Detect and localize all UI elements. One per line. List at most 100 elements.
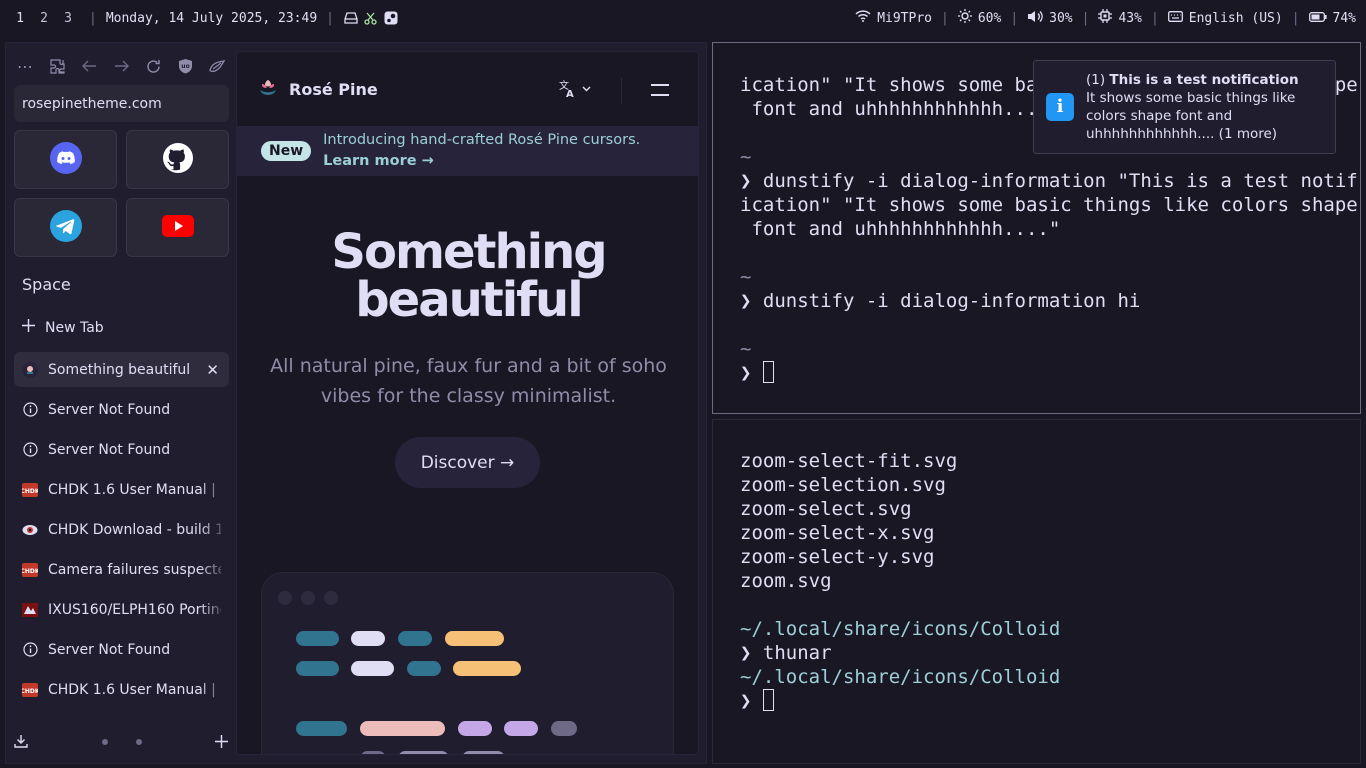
site-brand[interactable]: Rosé Pine xyxy=(257,76,378,102)
hamburger-menu-icon[interactable] xyxy=(650,82,670,101)
brightness-icon xyxy=(957,9,972,27)
download-icon[interactable] xyxy=(14,733,28,752)
info-icon xyxy=(22,442,38,458)
tab-item[interactable]: CHDK Download - build 1.6 xyxy=(14,512,229,547)
pinned-sites xyxy=(14,130,230,257)
code-token xyxy=(351,631,385,646)
code-token xyxy=(504,721,538,736)
discord-icon xyxy=(49,141,82,178)
separator: | xyxy=(941,10,949,26)
browser-window: ⋯ uo rosepinetheme.com Space New Tab Som… xyxy=(5,42,707,764)
tab-list: Something beautiful ✕ Server Not Found S… xyxy=(14,352,229,712)
brightness-value: 60% xyxy=(977,10,1002,26)
reload-icon[interactable] xyxy=(142,55,164,77)
terminal-line: zoom-select.svg xyxy=(740,498,912,520)
pinned-discord[interactable] xyxy=(14,130,117,189)
learn-more-link[interactable]: Learn more → xyxy=(323,151,640,172)
tab-title: Server Not Found xyxy=(48,641,171,658)
add-space-icon[interactable] xyxy=(215,733,228,752)
info-icon xyxy=(22,642,38,658)
navigation-toolbar: ⋯ uo xyxy=(14,55,228,77)
code-token xyxy=(360,751,386,754)
tab-item[interactable]: Server Not Found xyxy=(14,432,229,467)
keyboard-icon xyxy=(1167,10,1183,26)
terminal-line: ❯ dunstify -i dialog-information "This i… xyxy=(740,170,1358,192)
tab-item[interactable]: Server Not Found xyxy=(14,392,229,427)
tab-item[interactable]: Something beautiful ✕ xyxy=(14,352,229,387)
sidebery-icon[interactable] xyxy=(206,55,228,77)
dialog-information-icon: i xyxy=(1046,93,1074,121)
tab-item[interactable]: IXUS160/ELPH160 Porting xyxy=(14,592,229,627)
svg-text:uo: uo xyxy=(181,63,189,70)
pinned-github[interactable] xyxy=(126,130,229,189)
info-icon xyxy=(22,402,38,418)
terminal-line: zoom-selection.svg xyxy=(740,474,946,496)
volume-status[interactable]: 30% xyxy=(1027,10,1073,27)
terminal-line: zoom.svg xyxy=(740,570,832,592)
separator: | xyxy=(1081,10,1090,26)
hero-title-line-1: Something xyxy=(331,224,607,280)
forward-arrow-icon[interactable] xyxy=(110,55,132,77)
chdk-icon: CHDK xyxy=(22,682,38,698)
workspace-3[interactable]: 3 xyxy=(56,11,80,26)
code-token xyxy=(462,751,505,754)
space-label: Space xyxy=(22,275,71,294)
terminal-line: ~ xyxy=(740,338,752,360)
terminal-cursor xyxy=(762,361,774,383)
tab-title-fade xyxy=(199,472,229,507)
brightness-status[interactable]: 60% xyxy=(957,9,1002,27)
banner-message: Introducing hand-crafted Rosé Pine curso… xyxy=(323,132,641,148)
svg-text:CHDK: CHDK xyxy=(22,568,38,575)
pinned-youtube[interactable] xyxy=(126,198,229,257)
terminal-line: ~/.local/share/icons/Colloid xyxy=(740,666,1061,688)
cpu-icon xyxy=(1098,9,1113,27)
drive-icon[interactable] xyxy=(343,10,359,26)
pinned-telegram[interactable] xyxy=(14,198,117,257)
github-icon xyxy=(162,142,194,178)
new-tab-button[interactable]: New Tab xyxy=(22,319,104,336)
notification-popup[interactable]: i (1) This is a test notification It sho… xyxy=(1033,60,1336,154)
extensions-icon[interactable] xyxy=(46,55,68,77)
language-translate-icon[interactable]: 文A xyxy=(559,79,593,103)
svg-text:CHDK: CHDK xyxy=(22,688,38,695)
tab-item[interactable]: CHDK CHDK 1.6 User Manual | C xyxy=(14,672,229,707)
header-controls: 文A xyxy=(559,78,670,104)
terminal-prompt-line: ❯ xyxy=(740,361,1360,385)
terminal-line: ❯ dunstify -i dialog-information hi xyxy=(740,290,1141,312)
tab-item[interactable]: CHDK Camera failures suspected xyxy=(14,552,229,587)
prompt-symbol: ❯ xyxy=(740,362,763,384)
workspace-2[interactable]: 2 xyxy=(32,11,56,26)
space-indicator[interactable] xyxy=(101,739,142,745)
close-tab-icon[interactable]: ✕ xyxy=(206,361,219,379)
keyboard-layout[interactable]: English (US) xyxy=(1167,10,1283,26)
volume-value: 30% xyxy=(1049,10,1073,26)
ixus-icon xyxy=(22,602,38,618)
workspace-1[interactable]: 1 xyxy=(8,11,32,26)
clock: Monday, 14 July 2025, 23:49 xyxy=(105,10,318,26)
scissors-icon[interactable] xyxy=(363,10,379,26)
top-bar: 1 2 3 | Monday, 14 July 2025, 23:49 | Mi… xyxy=(0,0,1366,36)
back-arrow-icon[interactable] xyxy=(78,55,100,77)
terminal-line: ~/.local/share/icons/Colloid xyxy=(740,618,1061,640)
svg-text:CHDK: CHDK xyxy=(22,488,38,495)
tab-item[interactable]: Server Not Found xyxy=(14,632,229,667)
code-token xyxy=(351,661,394,676)
chdk-icon: CHDK xyxy=(22,562,38,578)
wifi-status[interactable]: Mi9TPro xyxy=(855,10,932,26)
battery-status[interactable]: 74% xyxy=(1308,11,1356,26)
wifi-icon xyxy=(855,10,871,26)
terminal-bottom[interactable]: zoom-select-fit.svg zoom-selection.svg zoo… xyxy=(712,419,1361,764)
battery-icon xyxy=(1308,11,1327,26)
url-bar[interactable]: rosepinetheme.com xyxy=(14,85,229,122)
tab-item[interactable]: CHDK CHDK 1.6 User Manual | C xyxy=(14,472,229,507)
steam-icon[interactable] xyxy=(383,10,399,26)
notification-body: It shows some basic things like colors s… xyxy=(1086,90,1296,142)
cpu-status[interactable]: 43% xyxy=(1098,9,1142,27)
wifi-ssid: Mi9TPro xyxy=(877,10,932,26)
more-menu-icon[interactable]: ⋯ xyxy=(14,55,36,77)
terminal-prompt-line: ❯ xyxy=(740,689,1360,713)
discover-button[interactable]: Discover → xyxy=(395,437,540,488)
ublock-shield-icon[interactable]: uo xyxy=(174,55,196,77)
window-dots xyxy=(278,591,338,605)
